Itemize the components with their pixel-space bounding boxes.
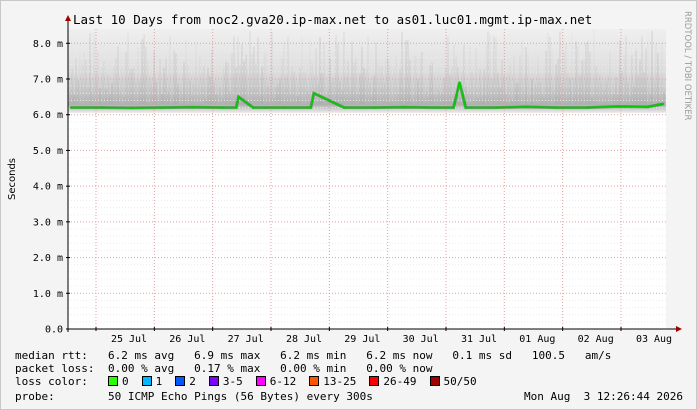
median-point xyxy=(237,95,240,99)
median-point xyxy=(585,106,589,109)
x-tick-labels: 25 Jul 26 Jul 27 Jul 28 Jul 29 Jul 30 Jul 31 J… xyxy=(111,334,672,345)
loss-color-swatch xyxy=(208,376,219,386)
median-rtt-label: median rtt: xyxy=(15,349,88,362)
y-tick-label: 7.0 m xyxy=(33,75,63,86)
loss-color-swatch xyxy=(141,376,152,386)
loss-color-item: 26-49 xyxy=(369,375,417,388)
probe-label: probe: xyxy=(15,390,55,403)
loss-color-item: 1 xyxy=(141,375,163,388)
loss-color-swatch xyxy=(429,376,440,386)
loss-color-item-label: 0 xyxy=(122,375,129,388)
x-tick-label: 31 Jul xyxy=(461,334,497,345)
legend-probe: probe: 50 ICMP Echo Pings (56 Bytes) ever… xyxy=(15,391,683,403)
median-point xyxy=(464,106,467,109)
median-point xyxy=(252,106,255,109)
loss-color-item-label: 3-5 xyxy=(222,375,243,388)
x-tick-label: 25 Jul xyxy=(111,334,147,345)
y-tick-label: 4.0 m xyxy=(33,182,63,193)
median-point xyxy=(100,106,103,109)
median-point xyxy=(525,105,528,109)
median-point xyxy=(434,106,437,109)
y-tick-label: 2.0 m xyxy=(33,253,63,264)
median-point xyxy=(373,106,376,109)
median-point xyxy=(452,106,455,109)
x-axis-arrow xyxy=(676,326,682,332)
median-point xyxy=(458,81,461,84)
median-point xyxy=(661,102,665,106)
y-tick-label: 6.0 m xyxy=(33,110,63,121)
loss-color-swatch xyxy=(255,376,266,386)
loss-color-item: 3-5 xyxy=(208,375,243,388)
x-tick-label: 01 Aug xyxy=(519,334,555,345)
median-point xyxy=(130,106,133,110)
median-point xyxy=(343,106,346,109)
median-point xyxy=(312,92,316,95)
loss-color-item-label: 26-49 xyxy=(383,375,417,388)
rtt-chart: 0.0 1.0 m 2.0 m 3.0 m 4.0 m 5.0 m 6.0 m 7.0 m 8.… xyxy=(7,11,692,345)
loss-color-item: 0 xyxy=(108,375,129,388)
median-point xyxy=(282,106,285,109)
legend-packet-loss: packet loss: 0.00 % avg 0.17 % max 0.00 %… xyxy=(15,363,433,375)
median-point xyxy=(555,106,558,109)
median-point xyxy=(309,106,312,109)
x-tick-label: 28 Jul xyxy=(286,334,322,345)
loss-color-item-label: 13-25 xyxy=(323,375,357,388)
legend-loss-color: loss color: 0 1 2 3-5 6-12 13-25 26-49 50/50 xyxy=(15,376,490,388)
x-tick-label: 29 Jul xyxy=(344,334,380,345)
loss-color-item-label: 50/50 xyxy=(443,375,477,388)
probe-value: 50 ICMP Echo Pings (56 Bytes) every 300s xyxy=(108,390,373,403)
x-tick-label: 02 Aug xyxy=(578,334,614,345)
loss-color-item: 2 xyxy=(175,375,196,388)
y-axis-arrow xyxy=(65,15,71,21)
chart-title: Last 10 Days from noc2.gva20.ip-max.net … xyxy=(73,12,592,27)
loss-color-swatch xyxy=(175,376,186,386)
x-tick-label: 03 Aug xyxy=(636,334,672,345)
rrdtool-credit: RRDTOOL / TOBI OETIKER xyxy=(682,11,692,121)
loss-color-swatch xyxy=(369,376,380,386)
median-point xyxy=(221,106,224,109)
loss-color-item: 50/50 xyxy=(429,375,477,388)
x-tick-label: 26 Jul xyxy=(169,334,205,345)
legend-median-rtt: median rtt: 6.2 ms avg 6.9 ms max 6.2 ms … xyxy=(15,350,611,362)
median-point xyxy=(646,105,649,109)
smoke-band xyxy=(67,29,666,113)
y-tick-label: 8.0 m xyxy=(33,39,63,50)
y-tick-label: 1.0 m xyxy=(33,289,63,300)
median-point xyxy=(69,106,73,109)
loss-color-item: 6-12 xyxy=(255,375,297,388)
median-point xyxy=(160,106,164,109)
loss-color-swatches: 0 1 2 3-5 6-12 13-25 26-49 50/50 xyxy=(108,375,490,388)
x-tick-label: 27 Jul xyxy=(228,334,264,345)
median-point xyxy=(494,106,498,109)
y-tick-label: 5.0 m xyxy=(33,146,63,157)
y-tick-label: 0.0 xyxy=(45,325,63,336)
probe-timestamp: Mon Aug 3 12:26:44 2026 xyxy=(524,390,683,403)
chart-frame: 0.0 1.0 m 2.0 m 3.0 m 4.0 m 5.0 m 6.0 m 7.0 m 8.… xyxy=(0,0,697,410)
median-point xyxy=(616,105,619,108)
median-point xyxy=(235,106,238,109)
loss-color-item-label: 6-12 xyxy=(269,375,297,388)
loss-color-swatch xyxy=(309,376,320,386)
packet-loss-values: 0.00 % avg 0.17 % max 0.00 % min 0.00 % … xyxy=(108,362,433,375)
x-tick-label: 30 Jul xyxy=(403,334,439,345)
loss-color-item-label: 1 xyxy=(155,375,163,388)
y-tick-label: 3.0 m xyxy=(33,217,63,228)
loss-color-item: 13-25 xyxy=(309,375,356,388)
y-axis-label: Seconds xyxy=(7,158,18,200)
packet-loss-label: packet loss: xyxy=(15,362,95,375)
median-rtt-values: 6.2 ms avg 6.9 ms max 6.2 ms min 6.2 ms … xyxy=(108,349,612,362)
median-point xyxy=(191,106,194,109)
y-tick-labels: 0.0 1.0 m 2.0 m 3.0 m 4.0 m 5.0 m 6.0 m 7.0 m 8.… xyxy=(33,39,63,336)
loss-color-label: loss color: xyxy=(15,375,88,388)
median-point xyxy=(403,106,407,109)
loss-color-item-label: 2 xyxy=(189,375,196,388)
loss-color-swatch xyxy=(108,376,118,386)
